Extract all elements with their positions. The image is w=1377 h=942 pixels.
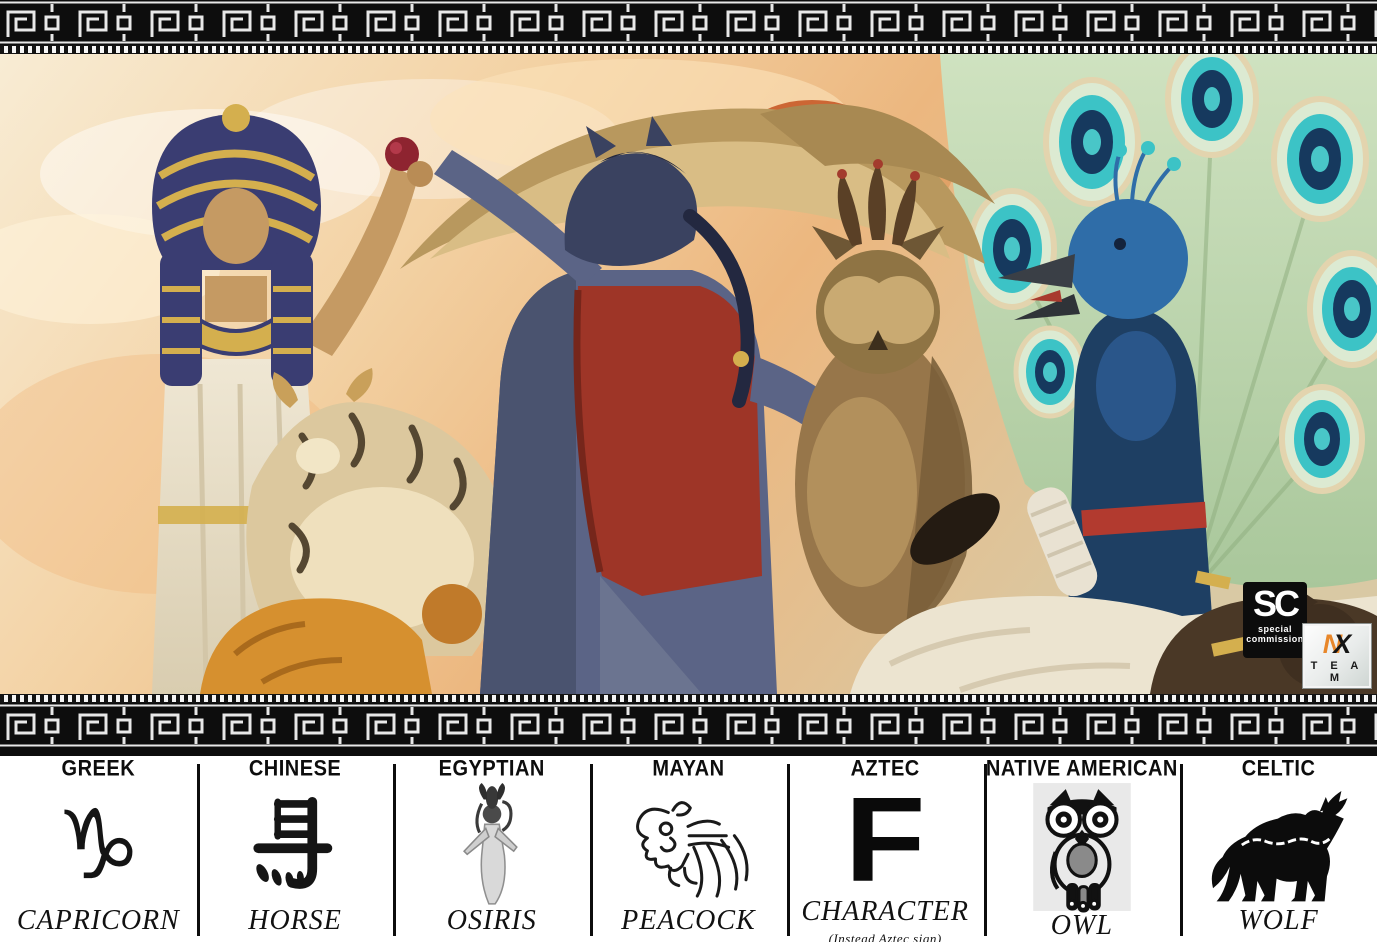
- legend-separator: [590, 764, 594, 936]
- howling-wolf-icon: [1211, 790, 1347, 901]
- culture-label: EGYPTIAN: [438, 756, 545, 782]
- culture-label: NATIVE AMERICAN: [985, 756, 1178, 782]
- mayan-peacock-glyph: [594, 781, 783, 908]
- sign-name: HORSE: [248, 905, 342, 936]
- sc-logo-initials: SC: [1252, 583, 1300, 624]
- mayan-peacock-icon: [636, 800, 749, 898]
- sign-name: PEACOCK: [621, 905, 756, 936]
- chinese-horse-character-glyph: [201, 781, 390, 908]
- legend-separator: [983, 764, 987, 936]
- culture-label: MAYAN: [652, 756, 725, 782]
- legend-column-celtic: CELTIC WOLF: [1180, 756, 1377, 942]
- sc-logo-caption-line2: commission: [1246, 634, 1304, 644]
- legend-separator: [786, 764, 790, 936]
- illustration-scene: [0, 54, 1377, 694]
- legend-column-greek: GREEK ♑ CAPRICORN: [0, 756, 197, 942]
- sc-logo-caption-line1: special: [1257, 624, 1293, 634]
- legend-separator: [1180, 764, 1184, 936]
- zodiac-legend: GREEK ♑ CAPRICORN CHINESE HORSE EGYPTIAN…: [0, 756, 1377, 942]
- sign-name: WOLF: [1238, 905, 1319, 936]
- legend-column-chinese: CHINESE HORSE: [197, 756, 394, 942]
- totem-owl-glyph: [988, 781, 1177, 913]
- greek-key-border-top: [0, 0, 1377, 45]
- sign-name: OWL: [1050, 910, 1113, 941]
- sign-name: CAPRICORN: [16, 905, 180, 936]
- dentil-strip-bottom: [0, 694, 1377, 703]
- legend-separator: [196, 764, 200, 936]
- legend-separator: [393, 764, 397, 936]
- nx-logo-team-text: T E A M: [1310, 660, 1364, 684]
- howling-wolf-silhouette-glyph: [1184, 781, 1373, 908]
- culture-label: GREEK: [61, 756, 136, 782]
- sc-special-commission-logo: SC special commission: [1243, 582, 1307, 658]
- osiris-icon: [462, 782, 518, 905]
- aztec-note: (Instead Aztec sign): [828, 931, 942, 942]
- dentil-strip-top: [0, 45, 1377, 54]
- legend-column-mayan: MAYAN PEACOCK: [590, 756, 787, 942]
- sign-name: OSIRIS: [446, 905, 537, 936]
- totem-owl-icon: [1033, 783, 1131, 913]
- legend-top-bar: [0, 748, 1377, 756]
- greek-key-border-bottom: [0, 703, 1377, 748]
- osiris-figure-glyph: [397, 781, 586, 908]
- poster-page: SC special commission NX T E A M GREEK ♑…: [0, 0, 1377, 942]
- main-artwork-illustration: SC special commission NX T E A M: [0, 54, 1377, 694]
- legend-column-aztec: AZTEC F CHARACTER (Instead Aztec sign): [787, 756, 984, 942]
- nx-logo-letters: NX: [1322, 629, 1352, 659]
- horse-character-icon: [253, 796, 333, 889]
- legend-column-native-american: NATIVE AMERICAN OWL: [984, 756, 1181, 942]
- legend-column-egyptian: EGYPTIAN OSIRIS: [393, 756, 590, 942]
- culture-label: CELTIC: [1241, 756, 1316, 782]
- culture-label: CHINESE: [248, 756, 342, 782]
- letter-f-block-glyph: F: [844, 772, 926, 908]
- nx-team-logo: NX T E A M: [1303, 624, 1371, 688]
- capricorn-zodiac-glyph: ♑: [55, 788, 142, 901]
